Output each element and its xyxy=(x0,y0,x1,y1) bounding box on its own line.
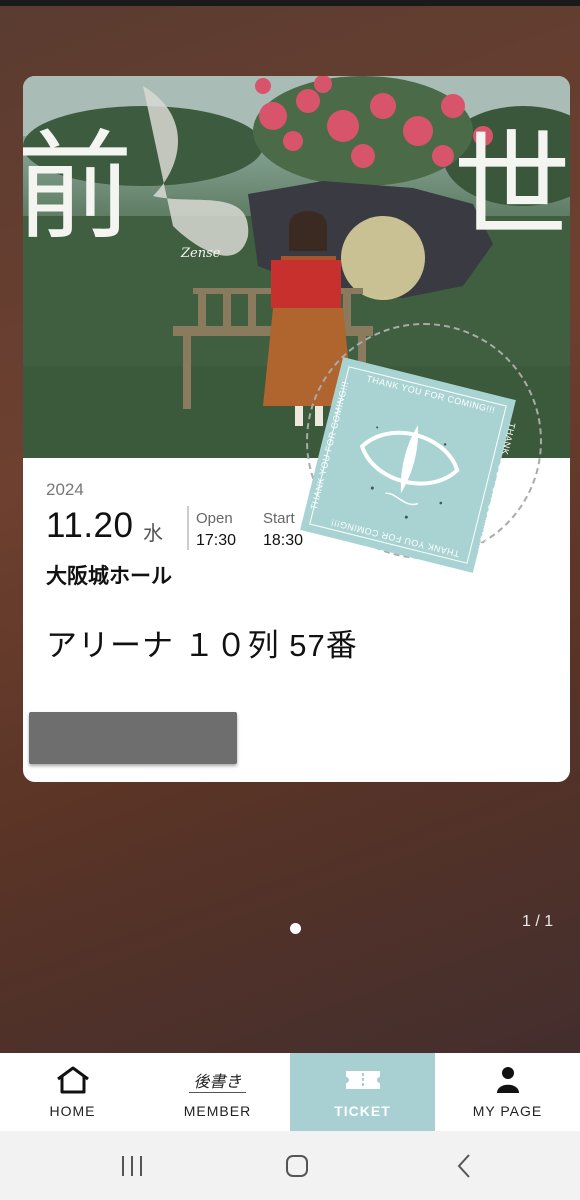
bottom-navigation: HOME 後書き MEMBER TICKET MY PAGE xyxy=(0,1053,580,1131)
start-label: Start xyxy=(263,510,295,527)
system-navigation-bar xyxy=(0,1131,580,1200)
ticket-card[interactable]: 前 世 Zense 2024 11.20 水 Open 17:30 Start … xyxy=(23,76,570,782)
page-counter: 1 / 1 xyxy=(522,913,554,930)
nav-member-label: MEMBER xyxy=(183,1103,252,1119)
ticket-icon xyxy=(344,1065,382,1095)
nav-ticket[interactable]: TICKET xyxy=(290,1053,435,1131)
member-logo-text: 後書き xyxy=(189,1068,246,1093)
art-title-right: 世 xyxy=(453,118,570,256)
home-icon xyxy=(55,1065,91,1095)
nav-member[interactable]: 後書き MEMBER xyxy=(145,1053,290,1131)
status-bar xyxy=(0,0,580,6)
venue-name: 大阪城ホール xyxy=(46,565,172,588)
event-weekday: 水 xyxy=(143,523,163,545)
redacted-block xyxy=(29,712,237,764)
seat-info: アリーナ １０列 57番 xyxy=(46,628,358,663)
nav-ticket-label: TICKET xyxy=(334,1103,391,1119)
start-time: 18:30 xyxy=(263,532,304,549)
nav-mypage[interactable]: MY PAGE xyxy=(435,1053,580,1131)
person-icon xyxy=(496,1065,520,1095)
back-button[interactable] xyxy=(454,1151,474,1181)
page-indicator-dot xyxy=(290,923,301,934)
open-time: 17:30 xyxy=(196,532,237,549)
date-divider xyxy=(187,506,189,550)
event-year: 2024 xyxy=(46,480,84,499)
art-subtitle: Zense xyxy=(181,246,221,261)
nav-home-label: HOME xyxy=(49,1103,96,1119)
event-date: 11.20 xyxy=(46,506,134,545)
member-logo-icon: 後書き xyxy=(189,1065,246,1095)
recent-apps-button[interactable] xyxy=(118,1151,146,1181)
open-label: Open xyxy=(196,510,233,527)
nav-mypage-label: MY PAGE xyxy=(472,1103,543,1119)
nav-home[interactable]: HOME xyxy=(0,1053,145,1131)
art-title-left: 前 xyxy=(23,118,134,256)
system-home-button[interactable] xyxy=(284,1151,310,1181)
